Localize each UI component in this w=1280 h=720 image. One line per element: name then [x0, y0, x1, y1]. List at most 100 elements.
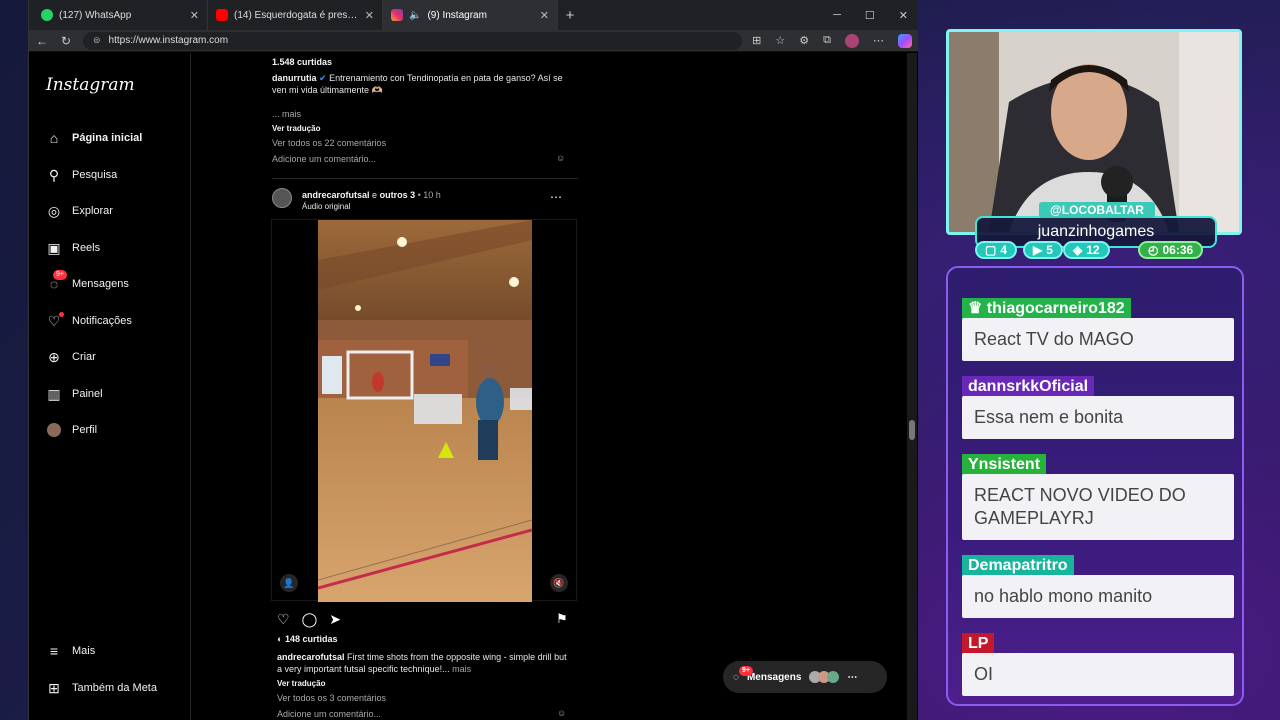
nav-more[interactable]: ≡ Mais [46, 643, 95, 659]
nav-search[interactable]: ⚲ Pesquisa [46, 167, 117, 183]
chat-avatars [809, 671, 840, 683]
tagged-users-icon[interactable]: 👤 [280, 574, 298, 592]
toolbar-icons: ⊞ ☆ ⚙ ⧉ ⋯ [752, 33, 912, 48]
scroll-thumb[interactable] [909, 420, 915, 440]
messages-pill[interactable]: ◌ 9+ Mensagens ⋯ [723, 661, 887, 693]
tab-bar: (127) WhatsApp ✕ (14) Esquerdogata é pre… [29, 0, 918, 30]
minimize-icon[interactable]: ─ [833, 9, 841, 22]
view-comments-link[interactable]: Ver todos os 3 comentários [277, 692, 386, 704]
clock-icon: ◴ [1148, 243, 1159, 257]
instagram-logo[interactable]: Instagram [46, 75, 135, 95]
reload-icon[interactable]: ↻ [59, 34, 73, 48]
nav-dashboard[interactable]: ▥ Painel [46, 385, 103, 402]
tab-whatsapp[interactable]: (127) WhatsApp ✕ [33, 0, 208, 30]
collaborators-link[interactable]: outros 3 [380, 190, 416, 200]
streamer-name: juanzinhogames [1037, 223, 1155, 240]
tab-label: (9) Instagram [427, 9, 487, 21]
post-likes[interactable]: ◐ 148 curtidas [277, 633, 337, 645]
browser-window: (127) WhatsApp ✕ (14) Esquerdogata é pre… [28, 0, 918, 720]
address-bar: ← ↻ ⊜ https://www.instagram.com ⊞ ☆ ⚙ ⧉ … [29, 30, 918, 52]
site-info-icon[interactable]: ⊜ [93, 35, 101, 46]
url-field[interactable]: ⊜ https://www.instagram.com [83, 31, 743, 50]
nav-reels[interactable]: ▣ Reels [46, 240, 100, 256]
save-icon[interactable]: ⚑ [556, 611, 568, 627]
tab-youtube[interactable]: (14) Esquerdogata é presa após d ✕ [208, 0, 383, 30]
stat-kick: ◈ 12 [1063, 241, 1110, 259]
translate-link[interactable]: Ver tradução [272, 123, 320, 135]
comment-icon[interactable]: ◯ [302, 611, 318, 628]
stat-value: 06:36 [1162, 243, 1194, 257]
nav-home[interactable]: ⌂ Página inicial [46, 130, 143, 146]
more-link[interactable]: ... mais [272, 108, 301, 120]
more-icon[interactable]: ⋯ [873, 34, 884, 47]
collections-icon[interactable]: ⧉ [823, 34, 831, 47]
youtube-icon [216, 9, 228, 21]
post-time: • 10 h [417, 190, 441, 200]
comment-input[interactable]: Adicione um comentário... [272, 153, 376, 165]
stat-value: 12 [1086, 243, 1100, 257]
chat-message: REACT NOVO VIDEO DO GAMEPLAYRJ [962, 474, 1234, 540]
chat-username: Ynsistent [962, 454, 1047, 475]
back-icon[interactable]: ← [35, 34, 49, 48]
translate-link[interactable]: Ver tradução [277, 678, 325, 690]
nav-label: Painel [72, 388, 103, 400]
chat-username: LP [962, 633, 995, 654]
app-icon[interactable]: ⊞ [752, 34, 761, 47]
streamer-handle: @LOCOBALTAR [1039, 202, 1155, 218]
audio-link[interactable]: Áudio original [302, 201, 350, 213]
extensions-icon[interactable]: ⚙ [799, 34, 809, 47]
chat-username: Demapatritro [962, 555, 1074, 576]
tab-instagram[interactable]: 🔈 (9) Instagram ✕ [383, 0, 558, 30]
mute-icon[interactable]: 🔇 [550, 574, 568, 592]
new-tab-button[interactable]: + [558, 7, 582, 24]
more-options-icon[interactable]: ⋯ [550, 190, 562, 204]
stat-value: 5 [1046, 243, 1053, 257]
meta-icon: ⊞ [48, 679, 60, 696]
nav-label: Criar [72, 351, 96, 363]
close-icon[interactable]: ✕ [190, 9, 199, 22]
more-link[interactable]: mais [452, 664, 471, 674]
window-controls: ─ ☐ ✕ [833, 9, 918, 22]
scrollbar[interactable] [907, 53, 917, 720]
speaker-icon[interactable]: 🔈 [409, 10, 421, 21]
url-text: https://www.instagram.com [108, 35, 229, 46]
nav-create[interactable]: ⊕ Criar [46, 349, 96, 365]
like-count[interactable]: 1.548 curtidas [272, 56, 332, 68]
heart-icon: ♡ [46, 312, 64, 329]
nav-explore[interactable]: ◎ Explorar [46, 203, 113, 219]
share-icon[interactable]: ➤ [329, 611, 341, 628]
caption-username[interactable]: danurrutia [272, 73, 317, 83]
nav-label: Notificações [72, 315, 132, 327]
post-header: andrecarofutsal e outros 3 • 10 h [302, 189, 542, 201]
close-icon[interactable]: ✕ [540, 9, 549, 22]
favorite-icon[interactable]: ☆ [775, 34, 785, 47]
view-comments-link[interactable]: Ver todos os 22 comentários [272, 137, 386, 149]
nav-profile[interactable]: Perfil [46, 422, 97, 438]
caption-username[interactable]: andrecarofutsal [277, 652, 345, 662]
stream-chat: ♛ thiagocarneiro182 React TV do MAGO dan… [946, 266, 1244, 706]
and-label: e [372, 190, 378, 200]
close-icon[interactable]: ✕ [365, 9, 374, 22]
copilot-icon[interactable] [898, 33, 912, 48]
post-username[interactable]: andrecarofutsal [302, 190, 370, 200]
comment-input[interactable]: Adicione um comentário... [277, 708, 381, 720]
like-count: 148 curtidas [284, 634, 338, 644]
reel-video[interactable]: 👤 🔇 [271, 219, 577, 602]
sidebar: Instagram ⌂ Página inicial ⚲ Pesquisa ◎ … [29, 53, 191, 720]
emoji-icon[interactable]: ☺ [556, 152, 565, 164]
emoji-icon[interactable]: ☺ [557, 707, 566, 719]
crown-icon: ♛ [968, 300, 983, 317]
profile-avatar[interactable] [845, 33, 859, 48]
nav-notifications[interactable]: ♡ Notificações [46, 312, 132, 329]
dashboard-icon: ▥ [47, 385, 61, 402]
close-window-icon[interactable]: ✕ [899, 9, 908, 22]
nav-messages[interactable]: ◌ 9+ Mensagens [46, 270, 129, 292]
messenger-icon: ◌ 9+ [46, 270, 67, 292]
maximize-icon[interactable]: ☐ [865, 9, 875, 22]
post-avatar[interactable] [272, 188, 292, 208]
like-icon[interactable]: ♡ [277, 611, 290, 628]
more-icon[interactable]: ⋯ [847, 672, 857, 683]
divider [272, 178, 578, 179]
nav-meta[interactable]: ⊞ Também da Meta [46, 680, 157, 696]
messages-label: Mensagens [746, 671, 802, 683]
